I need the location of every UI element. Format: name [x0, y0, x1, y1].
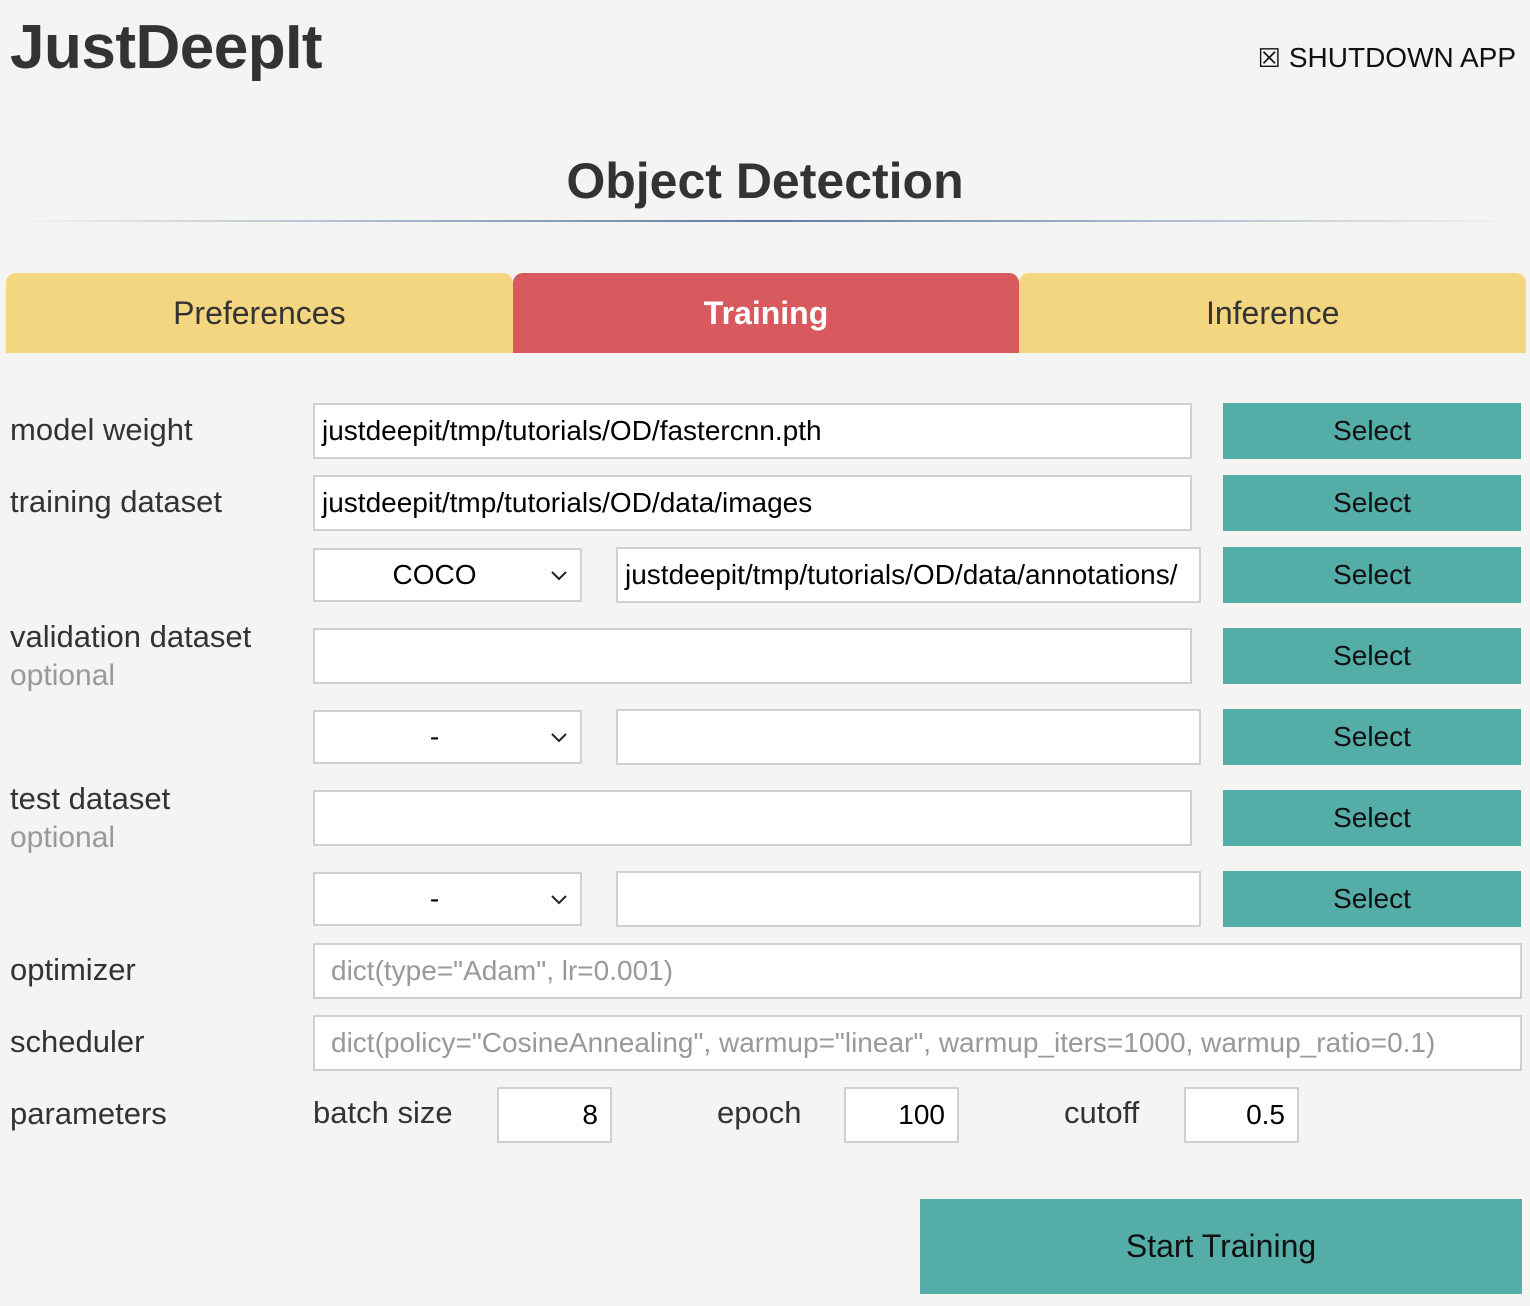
validation-dataset-label: validation dataset optional: [10, 619, 251, 693]
chevron-down-icon: [551, 733, 567, 743]
scheduler-input[interactable]: dict(policy="CosineAnnealing", warmup="l…: [313, 1015, 1522, 1071]
optimizer-input[interactable]: dict(type="Adam", lr=0.001): [313, 943, 1522, 999]
training-format-value: COCO: [392, 559, 477, 590]
validation-format-value: -: [429, 721, 440, 752]
test-images-select-button[interactable]: Select: [1223, 790, 1521, 846]
batch-size-input[interactable]: 8: [497, 1087, 612, 1143]
batch-size-label: batch size: [313, 1095, 453, 1130]
validation-images-input[interactable]: [313, 628, 1192, 684]
tab-training[interactable]: Training: [512, 273, 1020, 353]
test-format-value: -: [429, 883, 440, 914]
page-title: Object Detection: [566, 153, 964, 209]
chevron-down-icon: [551, 571, 567, 581]
tab-inference[interactable]: Inference: [1019, 273, 1527, 353]
model-weight-label: model weight: [10, 412, 193, 447]
training-format-select[interactable]: COCO: [313, 548, 582, 602]
test-dataset-label: test dataset optional: [10, 781, 170, 855]
shutdown-button[interactable]: ☒ SHUTDOWN APP: [1258, 42, 1516, 74]
validation-images-select-button[interactable]: Select: [1223, 628, 1521, 684]
test-dataset-title: test dataset: [10, 781, 171, 816]
optimizer-label: optimizer: [10, 952, 136, 987]
test-annotations-input[interactable]: [616, 871, 1201, 927]
app-title: JustDeepIt: [10, 13, 322, 82]
epoch-label: epoch: [717, 1095, 802, 1130]
parameters-label: parameters: [10, 1096, 167, 1131]
test-format-select[interactable]: -: [313, 872, 582, 926]
cutoff-label: cutoff: [1064, 1095, 1140, 1130]
start-training-button[interactable]: Start Training: [920, 1199, 1522, 1294]
training-annotations-input[interactable]: justdeepit/tmp/tutorials/OD/data/annotat…: [616, 547, 1201, 603]
test-optional-label: optional: [10, 821, 116, 854]
validation-optional-label: optional: [10, 659, 116, 692]
title-divider: [10, 220, 1520, 222]
training-dataset-label: training dataset: [10, 484, 222, 519]
scheduler-label: scheduler: [10, 1024, 145, 1059]
training-images-input[interactable]: justdeepit/tmp/tutorials/OD/data/images: [313, 475, 1192, 531]
chevron-down-icon: [551, 895, 567, 905]
model-weight-input[interactable]: justdeepit/tmp/tutorials/OD/fastercnn.pt…: [313, 403, 1192, 459]
test-images-input[interactable]: [313, 790, 1192, 846]
validation-dataset-title: validation dataset: [10, 619, 252, 654]
model-weight-select-button[interactable]: Select: [1223, 403, 1521, 459]
tab-bar: Preferences Training Inference: [6, 273, 1527, 353]
training-annotations-select-button[interactable]: Select: [1223, 547, 1521, 603]
test-annotations-select-button[interactable]: Select: [1223, 871, 1521, 927]
validation-format-select[interactable]: -: [313, 710, 582, 764]
validation-annotations-input[interactable]: [616, 709, 1201, 765]
training-images-select-button[interactable]: Select: [1223, 475, 1521, 531]
epoch-input[interactable]: 100: [844, 1087, 959, 1143]
tab-preferences[interactable]: Preferences: [6, 273, 513, 353]
shutdown-label: SHUTDOWN APP: [1288, 42, 1516, 73]
cutoff-input[interactable]: 0.5: [1184, 1087, 1299, 1143]
validation-annotations-select-button[interactable]: Select: [1223, 709, 1521, 765]
close-box-icon: ☒: [1257, 42, 1281, 73]
